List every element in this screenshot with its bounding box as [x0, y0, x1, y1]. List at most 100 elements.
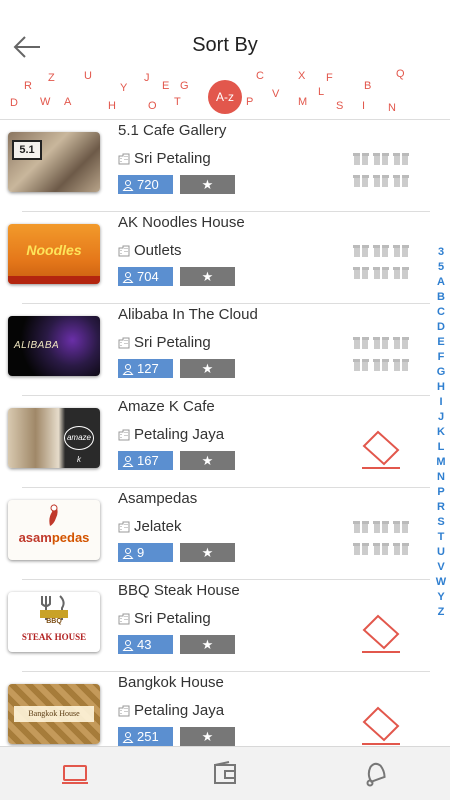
index-letter[interactable]: D: [434, 320, 448, 335]
building-icon: [118, 245, 130, 256]
index-letter[interactable]: J: [434, 410, 448, 425]
favorite-button[interactable]: ★: [180, 451, 235, 470]
sort-letter[interactable]: V: [272, 88, 279, 100]
index-letter[interactable]: I: [434, 395, 448, 410]
gift-offers[interactable]: [353, 518, 409, 562]
list-item[interactable]: amaze k Amaze K Cafe Petaling Jaya 167 ★: [0, 396, 430, 488]
gift-icon: [373, 521, 389, 533]
alphabet-index[interactable]: 3 5 A B C D E F G H I J K L M N P R S T …: [434, 245, 448, 620]
index-letter[interactable]: S: [434, 515, 448, 530]
tab-list[interactable]: [0, 747, 150, 800]
favorite-button[interactable]: ★: [180, 635, 235, 654]
list-item[interactable]: ALIBABA Alibaba In The Cloud Sri Petalin…: [0, 304, 430, 396]
visit-count: 9: [137, 545, 145, 560]
gift-icon: [393, 543, 409, 555]
sort-letter[interactable]: U: [84, 70, 92, 82]
favorite-button[interactable]: ★: [180, 359, 235, 378]
index-letter[interactable]: W: [434, 575, 448, 590]
visit-count-badge[interactable]: 127: [118, 359, 173, 378]
visit-count-badge[interactable]: 43: [118, 635, 173, 654]
restaurant-name: Bangkok House: [118, 674, 224, 691]
restaurant-list[interactable]: 5.1 5.1 Cafe Gallery Sri Petaling 720 ★ …: [0, 120, 430, 746]
index-letter[interactable]: T: [434, 530, 448, 545]
index-letter[interactable]: R: [434, 500, 448, 515]
list-item[interactable]: BBQ STEAK HOUSE BBQ Steak House Sri Peta…: [0, 580, 430, 672]
sort-letter[interactable]: N: [388, 102, 396, 114]
index-letter[interactable]: U: [434, 545, 448, 560]
index-letter[interactable]: N: [434, 470, 448, 485]
sort-letter[interactable]: L: [318, 86, 324, 98]
index-letter[interactable]: V: [434, 560, 448, 575]
restaurant-location: Sri Petaling: [118, 334, 211, 351]
sort-letter[interactable]: O: [148, 100, 157, 112]
index-letter[interactable]: C: [434, 305, 448, 320]
favorite-button[interactable]: ★: [180, 175, 235, 194]
index-letter[interactable]: A: [434, 275, 448, 290]
index-letter[interactable]: H: [434, 380, 448, 395]
sort-letter[interactable]: F: [326, 72, 333, 84]
sort-letter[interactable]: H: [108, 100, 116, 112]
sort-letter[interactable]: A: [64, 96, 71, 108]
tab-notifications[interactable]: [300, 747, 450, 800]
gift-icon: [373, 359, 389, 371]
index-letter[interactable]: L: [434, 440, 448, 455]
favorite-button[interactable]: ★: [180, 267, 235, 286]
list-item[interactable]: Bangkok House Bangkok House Petaling Jay…: [0, 672, 430, 746]
bell-icon: [366, 762, 386, 787]
index-letter[interactable]: F: [434, 350, 448, 365]
sort-letter[interactable]: B: [364, 80, 371, 92]
gift-offers[interactable]: [353, 150, 409, 194]
sort-letter[interactable]: D: [10, 97, 18, 109]
visit-count-badge[interactable]: 9: [118, 543, 173, 562]
list-item[interactable]: Noodles AK Noodles House Outlets 704 ★: [0, 212, 430, 304]
index-letter[interactable]: 5: [434, 260, 448, 275]
index-letter[interactable]: 3: [434, 245, 448, 260]
sort-letter[interactable]: T: [174, 96, 181, 108]
sort-letter[interactable]: P: [246, 96, 253, 108]
visit-count-badge[interactable]: 704: [118, 267, 173, 286]
sort-letter[interactable]: W: [40, 96, 50, 108]
star-icon: ★: [201, 636, 214, 652]
sort-letter[interactable]: I: [362, 100, 365, 112]
coupon-icon[interactable]: [358, 704, 404, 746]
visit-count-badge[interactable]: 720: [118, 175, 173, 194]
index-letter[interactable]: Y: [434, 590, 448, 605]
sort-letter[interactable]: X: [298, 70, 305, 82]
restaurant-location: Sri Petaling: [118, 610, 211, 627]
location-label: Jelatek: [134, 518, 182, 535]
index-letter[interactable]: E: [434, 335, 448, 350]
gift-offers[interactable]: [353, 334, 409, 378]
sort-letter[interactable]: Y: [120, 82, 127, 94]
index-letter[interactable]: G: [434, 365, 448, 380]
building-icon: [118, 705, 130, 716]
sort-letter[interactable]: J: [144, 72, 150, 84]
favorite-button[interactable]: ★: [180, 727, 235, 746]
index-letter[interactable]: K: [434, 425, 448, 440]
list-item[interactable]: 5.1 5.1 Cafe Gallery Sri Petaling 720 ★: [0, 120, 430, 212]
visit-count-badge[interactable]: 167: [118, 451, 173, 470]
sort-letter[interactable]: E: [162, 80, 169, 92]
favorite-button[interactable]: ★: [180, 543, 235, 562]
coupon-icon[interactable]: [358, 612, 404, 654]
restaurant-location: Petaling Jaya: [118, 702, 224, 719]
header: Sort By: [0, 0, 450, 70]
coupon-icon[interactable]: [358, 428, 404, 470]
sort-az-badge[interactable]: A-z: [208, 80, 242, 114]
gift-icon: [373, 267, 389, 279]
gift-offers[interactable]: [353, 242, 409, 286]
tab-wallet[interactable]: [150, 747, 300, 800]
index-letter[interactable]: P: [434, 485, 448, 500]
sort-letter[interactable]: S: [336, 100, 343, 112]
list-item[interactable]: asampedas Asampedas Jelatek 9 ★: [0, 488, 430, 580]
sort-letter[interactable]: Q: [396, 68, 405, 80]
sort-letter[interactable]: Z: [48, 72, 55, 84]
sort-letter-cloud: R Z U J E G C X F Q D W A Y H O T A-z P …: [0, 66, 450, 120]
index-letter[interactable]: B: [434, 290, 448, 305]
sort-letter[interactable]: G: [180, 80, 189, 92]
sort-letter[interactable]: M: [298, 96, 307, 108]
visit-count-badge[interactable]: 251: [118, 727, 173, 746]
sort-letter[interactable]: C: [256, 70, 264, 82]
index-letter[interactable]: M: [434, 455, 448, 470]
sort-letter[interactable]: R: [24, 80, 32, 92]
index-letter[interactable]: Z: [434, 605, 448, 620]
